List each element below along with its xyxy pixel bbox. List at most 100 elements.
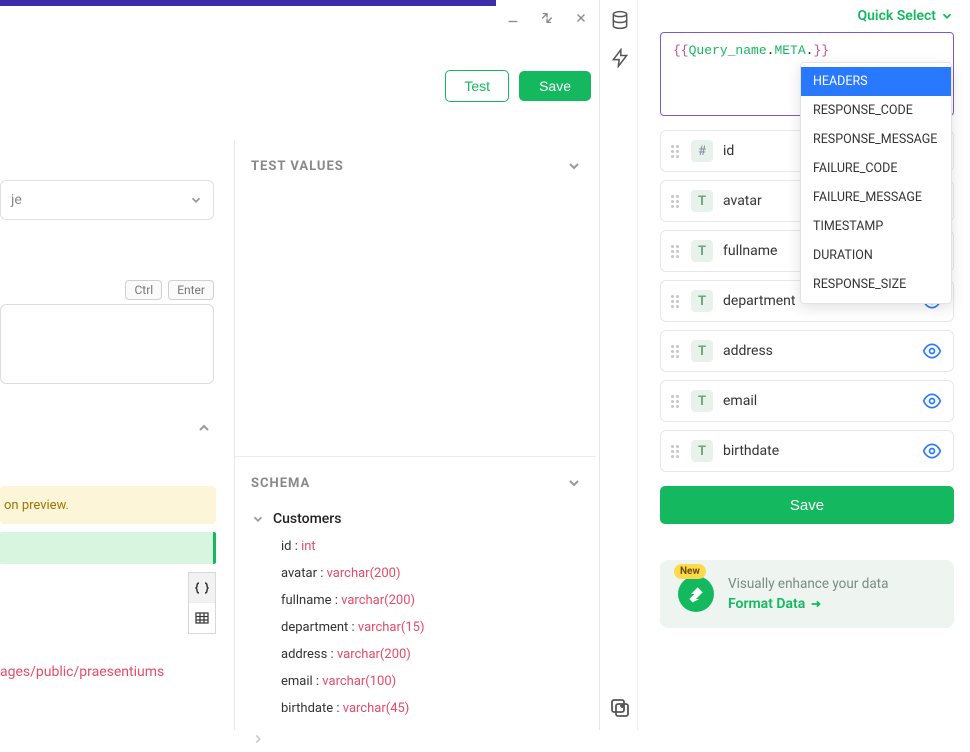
- chevron-down-icon: [940, 9, 954, 23]
- schema-column: id : int: [247, 533, 596, 560]
- test-values-header[interactable]: TEST VALUES: [235, 140, 596, 182]
- column-type: varchar(100): [322, 674, 396, 689]
- type-chip: T: [691, 440, 713, 462]
- query-toolbar: Test Save: [445, 70, 591, 102]
- save-button[interactable]: Save: [519, 71, 591, 101]
- type-chip: T: [691, 290, 713, 312]
- drag-handle-icon[interactable]: [671, 295, 681, 308]
- autocomplete-item[interactable]: DURATION: [801, 241, 951, 270]
- minimize-button[interactable]: [505, 10, 521, 26]
- column-type: varchar(200): [327, 566, 401, 581]
- copy-button[interactable]: [608, 696, 632, 720]
- close-button[interactable]: [573, 10, 589, 26]
- schema-column: birthdate : varchar(45): [247, 695, 596, 722]
- schema-header[interactable]: SCHEMA: [235, 457, 596, 499]
- chevron-down-icon: [566, 475, 582, 491]
- schema-column: department : varchar(15): [247, 614, 596, 641]
- drag-handle-icon[interactable]: [671, 145, 681, 158]
- autocomplete-item[interactable]: FAILURE_CODE: [801, 154, 951, 183]
- autocomplete-item[interactable]: TIMESTAMP: [801, 212, 951, 241]
- drag-handle-icon[interactable]: [671, 395, 681, 408]
- mid-panel: TEST VALUES SCHEMA Customers id : intava…: [234, 140, 596, 730]
- warning-banner: on preview.: [0, 486, 216, 524]
- promo-title: Visually enhance your data: [728, 576, 888, 592]
- window-controls: [499, 6, 595, 30]
- promo-card: New Visually enhance your data Format Da…: [660, 560, 954, 628]
- vertical-rail: [602, 0, 638, 730]
- drag-handle-icon[interactable]: [671, 245, 681, 258]
- chevron-right-icon: [251, 732, 265, 746]
- column-type: int: [301, 539, 316, 554]
- chevron-down-icon: [189, 193, 203, 207]
- select-value: je: [11, 192, 22, 208]
- save-wide-button[interactable]: Save: [660, 486, 954, 524]
- chevron-down-icon: [566, 158, 582, 174]
- field-row[interactable]: Tbirthdate: [660, 430, 954, 472]
- test-values-body: [235, 182, 596, 454]
- success-banner: [0, 532, 216, 564]
- quick-select-button[interactable]: Quick Select: [660, 6, 954, 32]
- schema-body: Customers id : intavatar : varchar(200)f…: [235, 499, 596, 752]
- drag-handle-icon[interactable]: [671, 345, 681, 358]
- visibility-toggle-icon[interactable]: [921, 341, 943, 361]
- promo-badge-icon: New: [678, 576, 714, 612]
- schema-column: avatar : varchar(200): [247, 560, 596, 587]
- schema-column: fullname : varchar(200): [247, 587, 596, 614]
- autocomplete-popup: HEADERSRESPONSE_CODERESPONSE_MESSAGEFAIL…: [800, 62, 952, 304]
- autocomplete-item[interactable]: FAILURE_MESSAGE: [801, 183, 951, 212]
- key-hint-ctrl: Ctrl: [125, 280, 162, 300]
- type-chip: T: [691, 340, 713, 362]
- drag-handle-icon[interactable]: [671, 195, 681, 208]
- autocomplete-item[interactable]: RESPONSE_MESSAGE: [801, 125, 951, 154]
- field-row[interactable]: Temail: [660, 380, 954, 422]
- column-name: fullname :: [281, 593, 341, 608]
- schema-column: email : varchar(100): [247, 668, 596, 695]
- expr-object: Query_name: [689, 43, 767, 58]
- lightning-tab-button[interactable]: [608, 46, 632, 70]
- warning-text: on preview.: [4, 498, 69, 513]
- chevron-down-icon: [251, 512, 265, 526]
- visibility-toggle-icon[interactable]: [921, 391, 943, 411]
- collapse-button[interactable]: [196, 420, 212, 440]
- column-type: varchar(200): [341, 593, 415, 608]
- promo-text: Visually enhance your data Format Data: [728, 576, 888, 612]
- schema-column: address : varchar(200): [247, 641, 596, 668]
- url-fragment-text: ages/public/praesentiums: [0, 664, 164, 680]
- column-name: department :: [281, 620, 358, 635]
- field-row[interactable]: Taddress: [660, 330, 954, 372]
- promo-link[interactable]: Format Data: [728, 596, 888, 612]
- arrow-right-icon: [809, 597, 823, 611]
- autocomplete-item[interactable]: RESPONSE_CODE: [801, 96, 951, 125]
- key-hints: Ctrl Enter: [125, 280, 214, 300]
- brace-open: {{: [673, 43, 689, 58]
- view-mode-stack: [188, 572, 216, 634]
- vertical-rail-bottom: [602, 696, 638, 720]
- key-hint-enter: Enter: [168, 280, 214, 300]
- column-name: avatar :: [281, 566, 327, 581]
- schema-table-row[interactable]: Customers: [247, 505, 596, 533]
- left-window: Test Save je Ctrl Enter on preview. ages…: [0, 0, 600, 730]
- autocomplete-item[interactable]: RESPONSE_SIZE: [801, 270, 951, 299]
- database-tab-button[interactable]: [608, 8, 632, 32]
- table-view-button[interactable]: [189, 603, 215, 633]
- type-chip: T: [691, 190, 713, 212]
- schema-table-name: Customers: [273, 511, 341, 527]
- type-chip: T: [691, 390, 713, 412]
- drag-handle-icon[interactable]: [671, 445, 681, 458]
- query-textarea[interactable]: [0, 304, 214, 384]
- left-fragment: je Ctrl Enter on preview. ages/public/pr…: [0, 180, 216, 730]
- datasource-select[interactable]: je: [0, 180, 214, 220]
- column-type: varchar(15): [358, 620, 425, 635]
- column-type: varchar(200): [337, 647, 411, 662]
- column-name: email :: [281, 674, 322, 689]
- column-name: address :: [281, 647, 337, 662]
- type-chip: T: [691, 240, 713, 262]
- autocomplete-item[interactable]: HEADERS: [801, 67, 951, 96]
- field-label: address: [723, 343, 911, 359]
- visibility-toggle-icon[interactable]: [921, 441, 943, 461]
- field-label: birthdate: [723, 443, 911, 459]
- maximize-button[interactable]: [539, 10, 555, 26]
- test-button[interactable]: Test: [445, 70, 509, 102]
- type-chip: #: [691, 140, 713, 162]
- json-view-button[interactable]: [189, 573, 215, 603]
